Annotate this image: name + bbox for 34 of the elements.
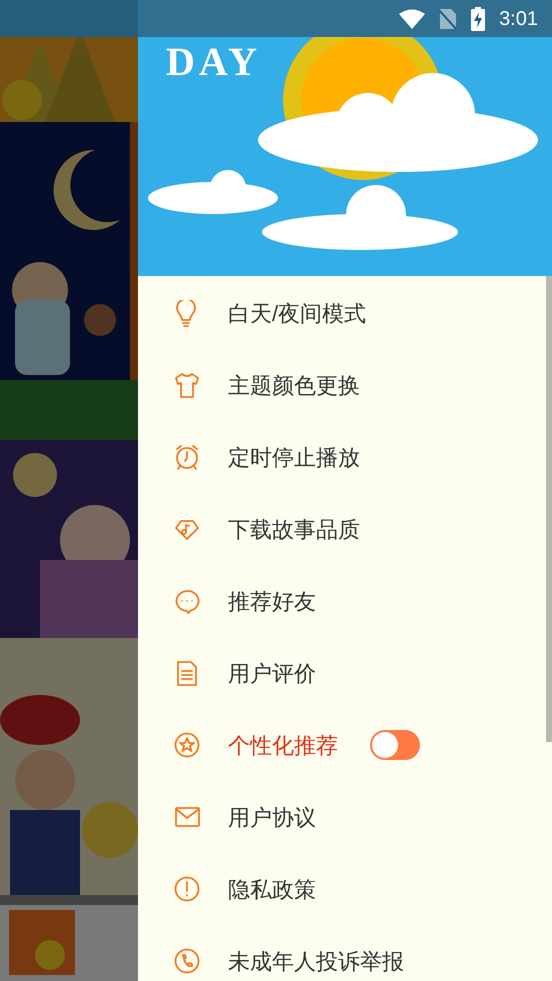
menu-item[interactable]: 推荐好友: [138, 565, 544, 637]
toggle-switch[interactable]: [370, 730, 420, 760]
menu-item[interactable]: 主题颜色更换: [138, 349, 544, 421]
menu-item[interactable]: 白天/夜间模式: [138, 277, 544, 349]
menu-item[interactable]: 隐私政策: [138, 853, 544, 925]
scrollbar[interactable]: [546, 276, 552, 742]
menu-label: 主题颜色更换: [228, 372, 360, 400]
menu-label: 定时停止播放: [228, 444, 360, 472]
menu-item[interactable]: 定时停止播放: [138, 421, 544, 493]
menu-label: 白天/夜间模式: [228, 300, 366, 328]
exclamation-circle-icon: [174, 876, 200, 902]
speech-bubble-icon: [174, 588, 200, 614]
status-time: 3:01: [499, 6, 538, 32]
header-title: DAY: [166, 42, 261, 82]
menu-label: 用户评价: [228, 660, 316, 688]
menu-item[interactable]: 下载故事品质: [138, 493, 544, 565]
battery-charging-icon: [471, 6, 486, 30]
menu-item[interactable]: 用户协议: [138, 781, 544, 853]
wifi-icon: [399, 8, 426, 28]
menu-label: 个性化推荐: [228, 732, 338, 760]
t-shirt-icon: [174, 372, 200, 398]
no-sim-icon: [439, 8, 458, 30]
menu-label: 推荐好友: [228, 588, 316, 616]
menu-item[interactable]: 未成年人投诉举报: [138, 925, 544, 981]
menu-label: 下载故事品质: [228, 516, 360, 544]
menu-label: 用户协议: [228, 804, 316, 832]
document-icon: [174, 660, 200, 686]
menu-item[interactable]: 用户评价: [138, 637, 544, 709]
phone-circle-icon: [174, 948, 200, 974]
alarm-clock-icon: [174, 444, 200, 470]
menu-label: 未成年人投诉举报: [228, 948, 404, 976]
menu-label: 隐私政策: [228, 876, 316, 904]
star-circle-icon: [174, 732, 200, 758]
menu-item[interactable]: 个性化推荐: [138, 709, 544, 781]
